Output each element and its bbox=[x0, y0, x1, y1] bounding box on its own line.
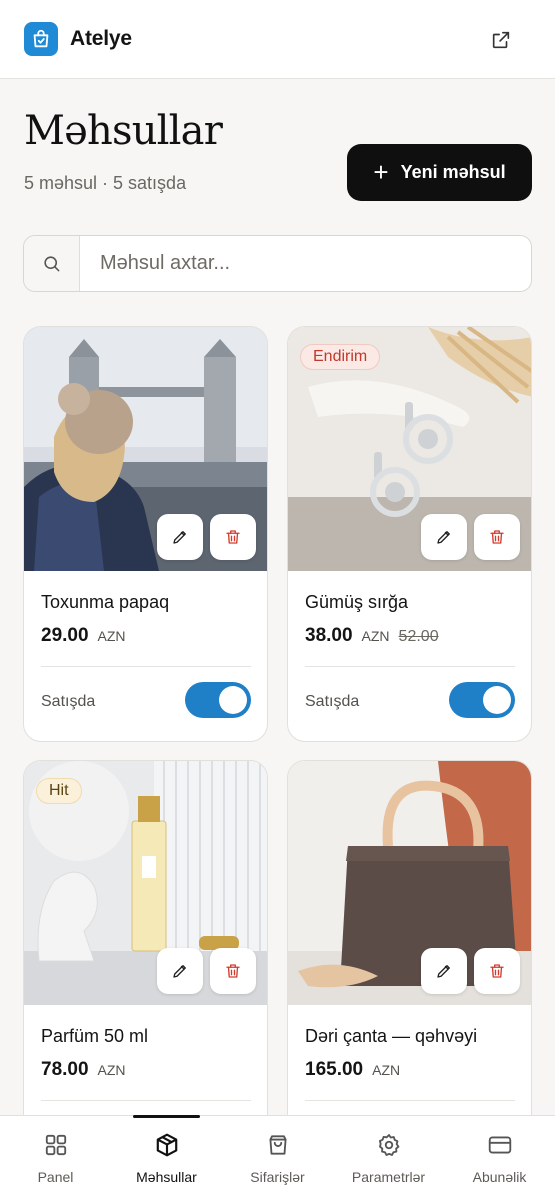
grid-icon bbox=[45, 1134, 66, 1156]
product-status-label: Satışda bbox=[305, 693, 360, 710]
new-product-button[interactable]: + Yeni məhsul bbox=[347, 144, 532, 201]
price-row: 29.00 AZN bbox=[41, 625, 126, 647]
trash-icon bbox=[490, 964, 504, 978]
nav-orders[interactable]: Sifarişlər bbox=[222, 1116, 333, 1200]
search-input[interactable] bbox=[80, 236, 531, 291]
delete-product-button[interactable] bbox=[474, 514, 520, 560]
gear-icon bbox=[378, 1134, 399, 1156]
product-card: Toxunma papaq 29.00 AZN Satışda bbox=[23, 326, 268, 742]
edit-product-button[interactable] bbox=[157, 514, 203, 560]
delete-product-button[interactable] bbox=[210, 948, 256, 994]
edit-product-button[interactable] bbox=[421, 948, 467, 994]
nav-label: Məhsullar bbox=[136, 1169, 197, 1185]
top-bar: Atelye bbox=[0, 0, 555, 79]
pencil-icon bbox=[437, 531, 450, 544]
hit-badge: Hit bbox=[36, 778, 82, 804]
bottom-navigation: Panel Məhsullar Sifarişlər Parametrlər A… bbox=[0, 1115, 555, 1200]
nav-label: Sifarişlər bbox=[250, 1169, 305, 1185]
trash-icon bbox=[226, 964, 240, 978]
brand-name: Atelye bbox=[70, 27, 132, 50]
external-link-icon[interactable] bbox=[487, 26, 515, 54]
card-divider bbox=[305, 666, 515, 667]
credit-card-icon bbox=[488, 1136, 511, 1154]
search-icon bbox=[24, 236, 80, 291]
product-card: Hit Parfüm 50 ml 78.00 AZN bbox=[23, 760, 268, 1176]
product-name: Toxunma papaq bbox=[41, 592, 170, 612]
search-bar bbox=[23, 235, 532, 292]
price-row: 38.00 AZN 52.00 bbox=[305, 625, 439, 647]
on-sale-toggle[interactable] bbox=[185, 682, 251, 718]
pencil-icon bbox=[173, 531, 186, 544]
delete-product-button[interactable] bbox=[474, 948, 520, 994]
page-title: Məhsullar bbox=[24, 108, 223, 154]
nav-subscription[interactable]: Abunəlik bbox=[444, 1116, 555, 1200]
product-status-label: Satışda bbox=[41, 693, 96, 710]
edit-product-button[interactable] bbox=[157, 948, 203, 994]
plus-icon: + bbox=[373, 156, 389, 187]
box-icon bbox=[156, 1133, 177, 1157]
product-price: 78.00 bbox=[41, 1059, 89, 1080]
product-photo bbox=[24, 327, 267, 571]
brand-logo-icon bbox=[24, 22, 58, 56]
product-currency: AZN bbox=[97, 628, 126, 644]
nav-products[interactable]: Məhsullar bbox=[111, 1115, 222, 1200]
card-divider bbox=[41, 1100, 251, 1101]
sale-badge: Endirim bbox=[300, 344, 381, 370]
product-currency: AZN bbox=[361, 628, 390, 644]
card-divider bbox=[41, 666, 251, 667]
shopping-bag-icon bbox=[268, 1135, 287, 1155]
trash-icon bbox=[226, 530, 240, 544]
product-photo: Endirim bbox=[288, 327, 531, 571]
product-card: Endirim Gümüş sırğa 38.00 AZN 52.00 Satı… bbox=[287, 326, 532, 742]
delete-product-button[interactable] bbox=[210, 514, 256, 560]
app-root: Atelye Məhsullar 5 məhsul · 5 satışda + … bbox=[0, 0, 555, 1200]
edit-product-button[interactable] bbox=[421, 514, 467, 560]
product-count-summary: 5 məhsul · 5 satışda bbox=[24, 173, 187, 193]
toggle-knob bbox=[219, 686, 247, 714]
product-price: 38.00 bbox=[305, 625, 353, 646]
product-photo bbox=[288, 761, 531, 1005]
product-price: 165.00 bbox=[305, 1059, 364, 1080]
product-photo: Hit bbox=[24, 761, 267, 1005]
new-product-label: Yeni məhsul bbox=[400, 162, 506, 182]
nav-label: Abunəlik bbox=[472, 1169, 527, 1185]
pencil-icon bbox=[173, 965, 186, 978]
nav-panel[interactable]: Panel bbox=[0, 1116, 111, 1200]
product-currency: AZN bbox=[372, 1062, 401, 1078]
product-card: Dəri çanta — qəhvəyi 165.00 AZN bbox=[287, 760, 532, 1176]
product-price: 29.00 bbox=[41, 625, 89, 646]
on-sale-toggle[interactable] bbox=[449, 682, 515, 718]
product-old-price: 52.00 bbox=[398, 628, 439, 645]
price-row: 78.00 AZN bbox=[41, 1059, 126, 1081]
card-divider bbox=[305, 1100, 515, 1101]
price-row: 165.00 AZN bbox=[305, 1059, 400, 1081]
nav-settings[interactable]: Parametrlər bbox=[333, 1116, 444, 1200]
product-name: Dəri çanta — qəhvəyi bbox=[305, 1026, 478, 1046]
pencil-icon bbox=[437, 965, 450, 978]
product-name: Gümüş sırğa bbox=[305, 592, 409, 612]
nav-label: Panel bbox=[37, 1169, 74, 1185]
product-currency: AZN bbox=[97, 1062, 126, 1078]
product-name: Parfüm 50 ml bbox=[41, 1026, 149, 1046]
toggle-knob bbox=[483, 686, 511, 714]
trash-icon bbox=[490, 530, 504, 544]
nav-label: Parametrlər bbox=[351, 1169, 426, 1185]
